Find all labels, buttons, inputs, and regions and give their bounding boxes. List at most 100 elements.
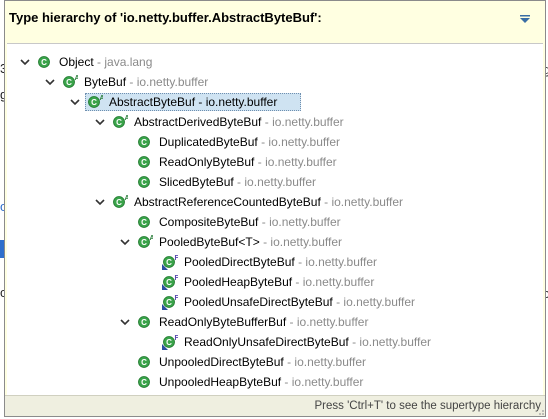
tree-node[interactable]: C Object - java.lang	[7, 52, 543, 72]
class-icon: C	[138, 136, 150, 148]
tree-node[interactable]: C A ByteBuf - io.netty.buffer	[7, 72, 543, 92]
svg-text:C: C	[116, 198, 122, 207]
package-name: io.netty.buffer	[294, 355, 367, 369]
supertype-hint: Press 'Ctrl+T' to see the supertype hier…	[314, 400, 541, 412]
collapse-chevron-icon[interactable]	[119, 316, 131, 328]
separator: -	[254, 155, 266, 169]
separator: -	[320, 195, 332, 209]
package-name: io.netty.buffer	[270, 235, 343, 249]
type-name: Object	[59, 55, 94, 69]
type-name: CompositeByteBuf	[159, 215, 259, 229]
popup-header: Type hierarchy of 'io.netty.buffer.Abstr…	[5, 1, 545, 41]
tree-node-label: PooledByteBuf<T> - io.netty.buffer	[159, 235, 342, 249]
resize-grip-icon[interactable]	[537, 408, 545, 416]
package-name: io.netty.buffer	[136, 75, 209, 89]
type-name: PooledUnsafeDirectByteBuf	[184, 295, 333, 309]
separator: -	[283, 355, 295, 369]
collapse-chevron-icon[interactable]	[19, 56, 31, 68]
svg-text:A: A	[100, 95, 104, 102]
tree-node[interactable]: C A PooledByteBuf<T> - io.netty.buffer	[7, 232, 543, 252]
class-icon: CF	[162, 335, 178, 350]
tree-node[interactable]: C A AbstractByteBuf - io.netty.buffer	[7, 92, 543, 112]
package-name: io.netty.buffer	[291, 375, 364, 389]
type-name: PooledDirectByteBuf	[184, 255, 295, 269]
separator: -	[348, 335, 360, 349]
class-icon: C	[138, 216, 150, 228]
separator: -	[294, 255, 306, 269]
separator: -	[258, 215, 270, 229]
collapse-chevron-icon[interactable]	[44, 76, 56, 88]
type-name: PooledByteBuf<T>	[159, 235, 260, 249]
type-name: AbstractDerivedByteBuf	[134, 115, 262, 129]
package-name: io.netty.buffer	[343, 295, 416, 309]
tree-node[interactable]: C CompositeByteBuf - io.netty.buffer	[7, 212, 543, 232]
class-icon: C	[138, 156, 150, 168]
package-name: io.netty.buffer	[302, 275, 375, 289]
tree-node-label: CompositeByteBuf - io.netty.buffer	[159, 215, 341, 229]
tree-node[interactable]: C F ReadOnlyUnsafeDirectByteBuf - io.netty…	[7, 332, 543, 352]
svg-text:A: A	[150, 235, 154, 242]
hierarchy-tree[interactable]: C Object - java.lang C A ByteBuf - io.netty.…	[7, 43, 543, 398]
svg-text:A: A	[125, 115, 129, 122]
class-icon: CA	[63, 75, 78, 88]
class-icon: CF	[162, 255, 178, 270]
tree-node[interactable]: C F PooledHeapByteBuf - io.netty.buffer	[7, 272, 543, 292]
type-name: SlicedByteBuf	[159, 175, 234, 189]
type-name: ReadOnlyUnsafeDirectByteBuf	[184, 335, 349, 349]
svg-text:C: C	[41, 58, 47, 67]
separator: -	[286, 315, 297, 329]
tree-node[interactable]: C A AbstractReferenceCountedByteBuf - io.n…	[7, 192, 543, 212]
type-name: UnpooledDirectByteBuf	[159, 355, 284, 369]
package-name: io.netty.buffer	[305, 255, 378, 269]
tree-node-label: AbstractByteBuf - io.netty.buffer	[109, 95, 277, 109]
tree-node-label: AbstractReferenceCountedByteBuf - io.net…	[134, 195, 403, 209]
class-icon: CA	[138, 235, 154, 248]
svg-text:C: C	[166, 278, 172, 287]
tree-node-label: SlicedByteBuf - io.netty.buffer	[159, 175, 316, 189]
tree-node[interactable]: C ReadOnlyByteBuf - io.netty.buffer	[7, 152, 543, 172]
tree-node-label: ByteBuf - io.netty.buffer	[84, 75, 208, 89]
separator: -	[233, 175, 245, 189]
package-name: io.netty.buffer	[205, 95, 278, 109]
tree-node[interactable]: C F PooledDirectByteBuf - io.netty.buffer	[7, 252, 543, 272]
svg-text:C: C	[141, 238, 147, 247]
tree-node[interactable]: C UnpooledHeapByteBuf - io.netty.buffer	[7, 372, 543, 392]
type-name: ReadOnlyByteBufferBuf	[159, 315, 287, 329]
package-name: io.netty.buffer	[265, 155, 337, 169]
class-icon: CF	[162, 275, 178, 290]
collapse-chevron-icon[interactable]	[69, 96, 81, 108]
tree-node[interactable]: C UnpooledDirectByteBuf - io.netty.buffer	[7, 352, 543, 372]
view-menu-icon[interactable]	[519, 13, 531, 23]
collapse-chevron-icon[interactable]	[119, 236, 131, 248]
tree-node[interactable]: C ReadOnlyByteBufferBuf - io.netty.buffer	[7, 312, 543, 332]
separator: -	[93, 55, 105, 69]
svg-text:C: C	[91, 98, 97, 107]
svg-text:C: C	[141, 178, 147, 187]
tree-node-label: ReadOnlyByteBuf - io.netty.buffer	[159, 155, 337, 169]
separator: -	[126, 75, 137, 89]
collapse-chevron-icon[interactable]	[94, 196, 106, 208]
tree-node[interactable]: C F PooledUnsafeDirectByteBuf - io.netty.b…	[7, 292, 543, 312]
tree-node[interactable]: C A AbstractDerivedByteBuf - io.netty.buff…	[7, 112, 543, 132]
tree-node-label: PooledUnsafeDirectByteBuf - io.netty.buf…	[184, 295, 415, 309]
svg-text:F: F	[175, 295, 179, 302]
package-name: io.netty.buffer	[268, 135, 341, 149]
class-icon: C	[138, 376, 150, 388]
separator: -	[195, 95, 206, 109]
tree-node[interactable]: C DuplicatedByteBuf - io.netty.buffer	[7, 132, 543, 152]
svg-text:C: C	[166, 298, 172, 307]
tree-node-label: UnpooledDirectByteBuf - io.netty.buffer	[159, 355, 366, 369]
package-name: io.netty.buffer	[331, 195, 404, 209]
type-name: AbstractReferenceCountedByteBuf	[134, 195, 321, 209]
separator: -	[257, 135, 269, 149]
separator: -	[292, 275, 303, 289]
tree-node[interactable]: C SlicedByteBuf - io.netty.buffer	[7, 172, 543, 192]
type-hierarchy-popup: Type hierarchy of 'io.netty.buffer.Abstr…	[4, 0, 546, 417]
popup-status-bar: Press 'Ctrl+T' to see the supertype hier…	[5, 395, 545, 416]
svg-text:C: C	[141, 318, 147, 327]
collapse-chevron-icon[interactable]	[94, 116, 106, 128]
type-name: DuplicatedByteBuf	[159, 135, 258, 149]
separator: -	[281, 375, 292, 389]
separator: -	[259, 235, 271, 249]
class-icon: C	[138, 316, 150, 328]
